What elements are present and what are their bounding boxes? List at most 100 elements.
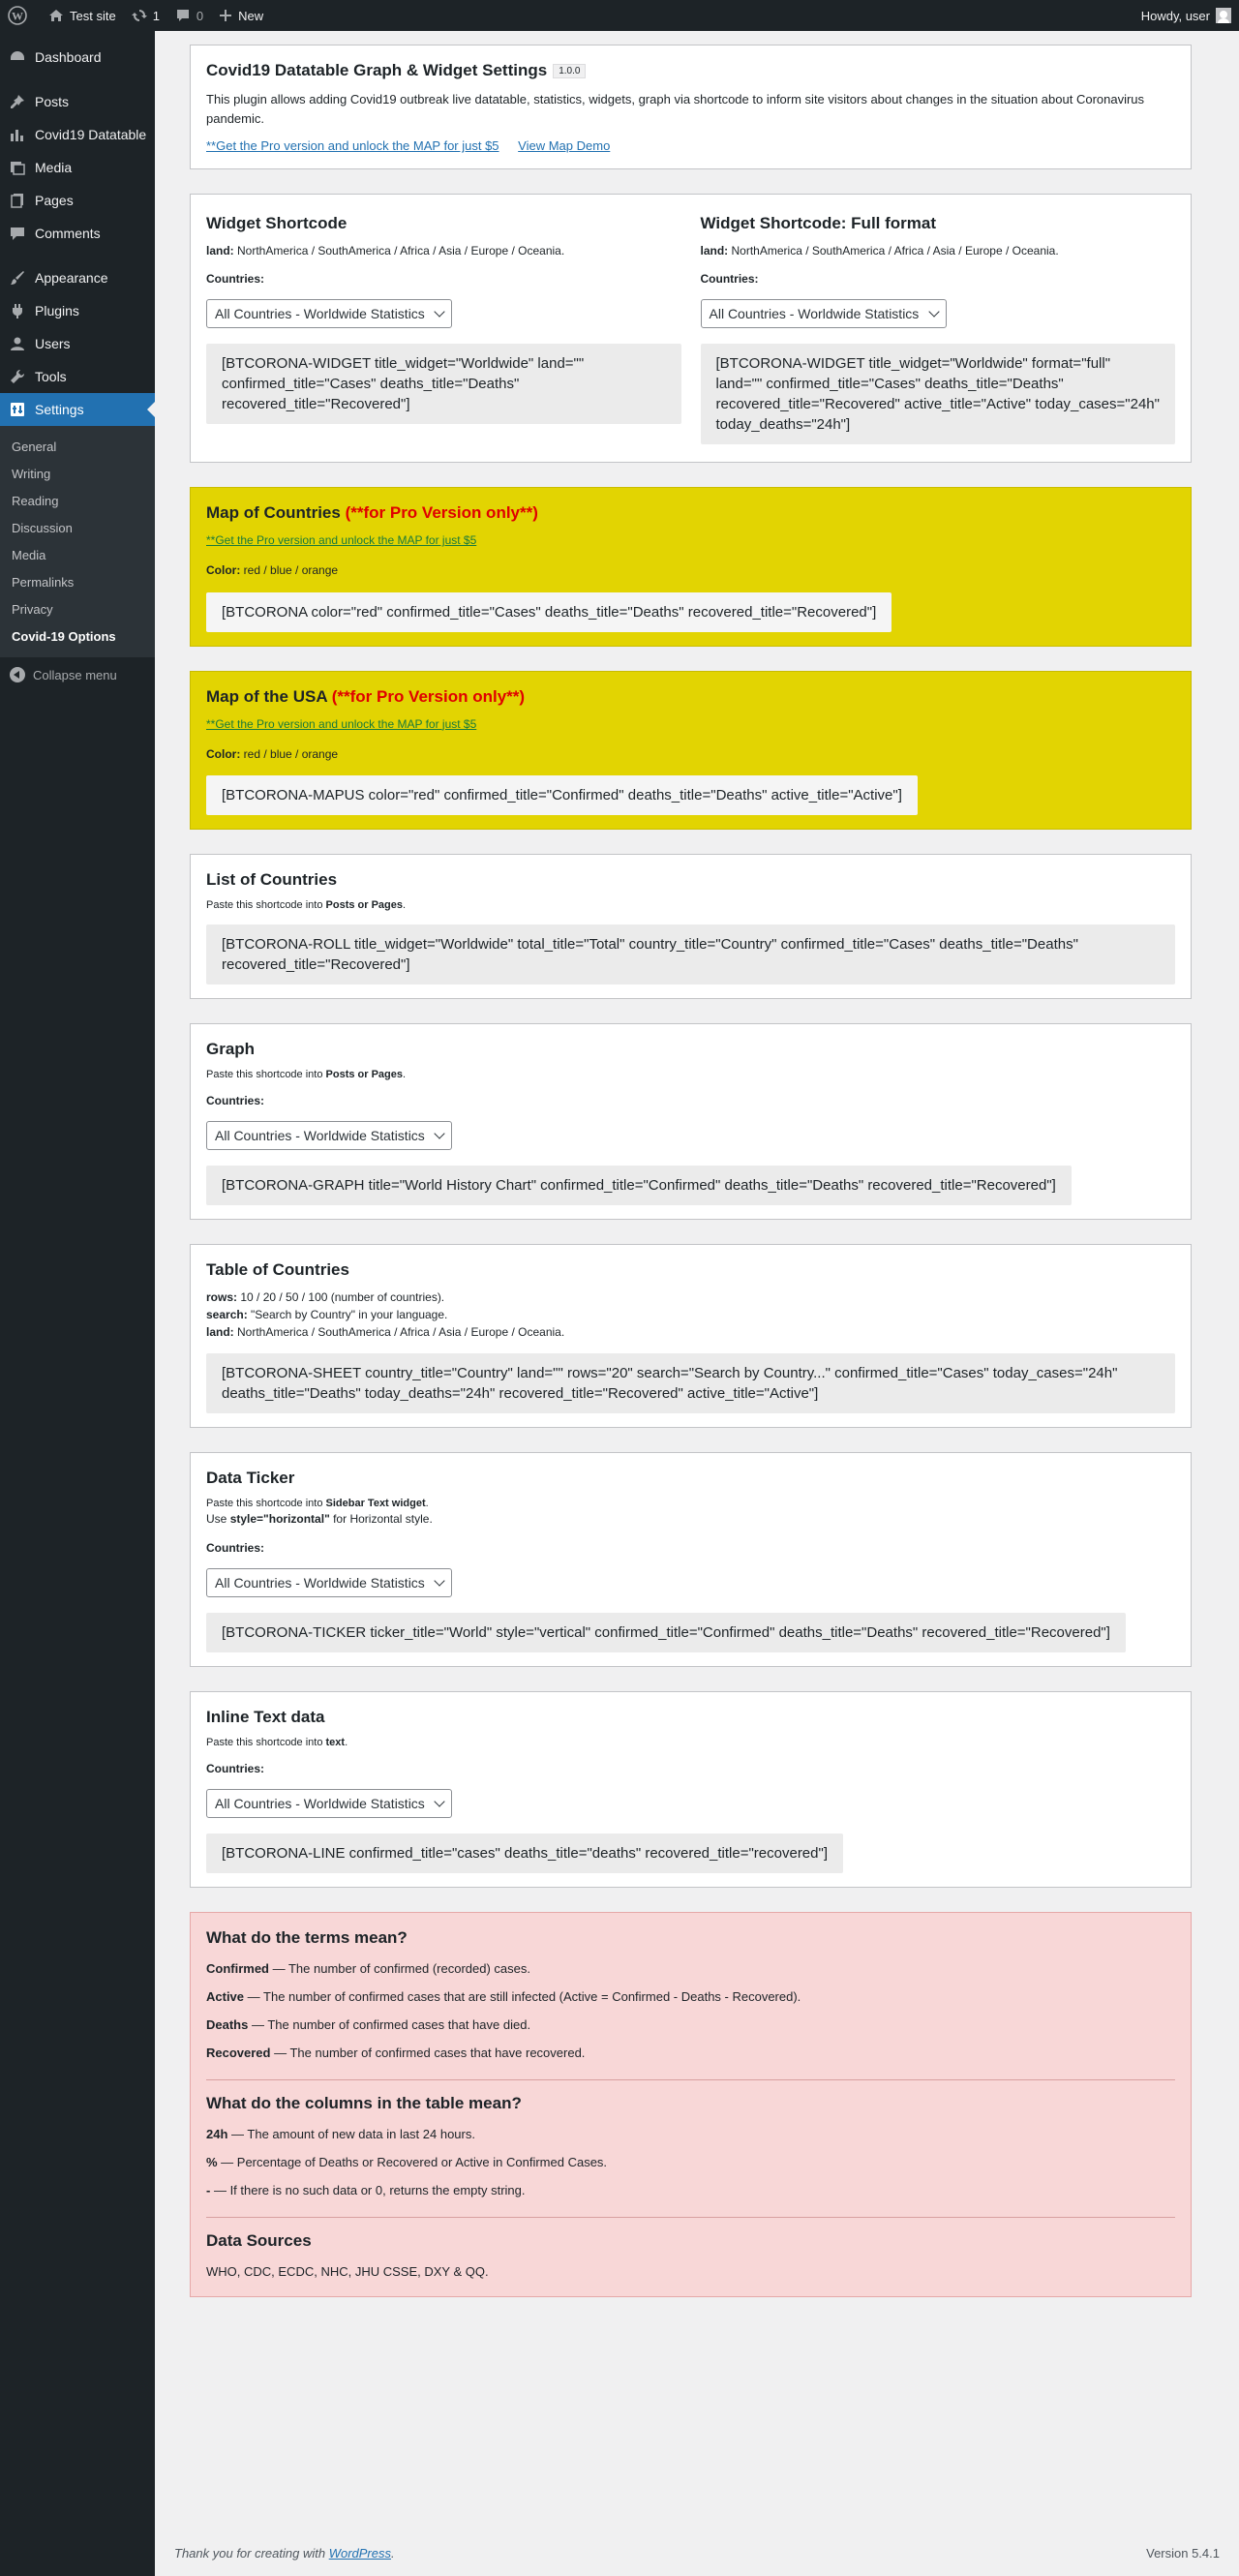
widget-country-select[interactable]: All Countries - Worldwide Statistics bbox=[206, 299, 452, 329]
version-badge: 1.0.0 bbox=[553, 64, 587, 79]
widget-full-country-select[interactable]: All Countries - Worldwide Statistics bbox=[700, 299, 947, 329]
sidebar-item-pages[interactable]: Pages bbox=[0, 184, 155, 217]
updates-icon bbox=[131, 10, 147, 21]
sidebar-item-tools[interactable]: Tools bbox=[0, 360, 155, 393]
wordpress-logo-icon[interactable]: W bbox=[0, 0, 41, 31]
table-countries-code[interactable]: [BTCORONA-SHEET country_title="Country" … bbox=[206, 1353, 1175, 1414]
search-info: search: "Search by Country" in your lang… bbox=[206, 1308, 448, 1322]
plugin-header-panel: Covid19 Datatable Graph & Widget Setting… bbox=[190, 45, 1192, 170]
sidebar-item-covid19-datatable[interactable]: Covid19 Datatable bbox=[0, 118, 155, 151]
new-content-link[interactable]: New bbox=[211, 0, 271, 31]
graph-title: Graph bbox=[206, 1039, 256, 1058]
data-sources-title: Data Sources bbox=[206, 2230, 312, 2250]
home-icon bbox=[49, 10, 63, 21]
sidebar-item-media[interactable]: Media bbox=[0, 151, 155, 184]
sidebar-item-comments[interactable]: Comments bbox=[0, 217, 155, 250]
list-paste-info: Paste this shortcode into Posts or Pages… bbox=[206, 898, 407, 911]
chevron-down-icon bbox=[434, 306, 445, 318]
submenu-item-media[interactable]: Media bbox=[0, 541, 155, 568]
wordpress-link[interactable]: WordPress bbox=[329, 2546, 391, 2561]
svg-text:W: W bbox=[12, 10, 23, 23]
graph-countries-label: Countries: bbox=[206, 1093, 264, 1107]
dashboard-icon bbox=[8, 47, 27, 67]
submenu-item-reading[interactable]: Reading bbox=[0, 487, 155, 514]
data-ticker-panel: Data Ticker Paste this shortcode into Si… bbox=[190, 1452, 1192, 1667]
data-ticker-title: Data Ticker bbox=[206, 1469, 295, 1488]
comments-icon bbox=[8, 224, 27, 243]
terms-title: What do the terms mean? bbox=[206, 1927, 408, 1947]
inline-text-title: Inline Text data bbox=[206, 1707, 325, 1726]
inline-code[interactable]: [BTCORONA-LINE confirmed_title="cases" d… bbox=[206, 1833, 843, 1873]
sidebar-item-posts[interactable]: Posts bbox=[0, 85, 155, 118]
ticker-country-select[interactable]: All Countries - Worldwide Statistics bbox=[206, 1567, 452, 1597]
widget-shortcode-code[interactable]: [BTCORONA-WIDGET title_widget="Worldwide… bbox=[206, 344, 681, 425]
account-menu[interactable]: Howdy, user bbox=[1141, 8, 1239, 23]
site-name-link[interactable]: Test site bbox=[41, 0, 124, 31]
countries-label-full: Countries: bbox=[700, 272, 759, 287]
ticker-code[interactable]: [BTCORONA-TICKER ticker_title="World" st… bbox=[206, 1612, 1126, 1652]
term-item: Recovered — The number of confirmed case… bbox=[206, 2045, 586, 2060]
term-item: Confirmed — The number of confirmed (rec… bbox=[206, 1960, 530, 1976]
users-icon bbox=[8, 334, 27, 353]
divider bbox=[206, 2216, 1175, 2218]
admin-sidebar: Dashboard Posts Covid19 Datatable Media … bbox=[0, 31, 155, 2576]
graph-code[interactable]: [BTCORONA-GRAPH title="World History Cha… bbox=[206, 1165, 1072, 1205]
plugin-description: This plugin allows adding Covid19 outbre… bbox=[206, 92, 1145, 127]
widget-full-shortcode-code[interactable]: [BTCORONA-WIDGET title_widget="Worldwide… bbox=[700, 344, 1175, 445]
avatar bbox=[1216, 8, 1231, 23]
table-countries-title: Table of Countries bbox=[206, 1259, 349, 1279]
submenu-item-discussion[interactable]: Discussion bbox=[0, 514, 155, 541]
widget-shortcode-panel: Widget Shortcode land: NorthAmerica / So… bbox=[190, 194, 1192, 464]
term-item: Deaths — The number of confirmed cases t… bbox=[206, 2016, 531, 2032]
comments-link[interactable]: 0 bbox=[167, 0, 211, 31]
submenu-item-permalinks[interactable]: Permalinks bbox=[0, 568, 155, 595]
map-usa-code[interactable]: [BTCORONA-MAPUS color="red" confirmed_ti… bbox=[206, 774, 918, 815]
submenu-item-general[interactable]: General bbox=[0, 433, 155, 460]
submenu-item-writing[interactable]: Writing bbox=[0, 460, 155, 487]
updates-count: 1 bbox=[152, 8, 160, 23]
settings-icon bbox=[8, 400, 27, 419]
widget-full-shortcode-title: Widget Shortcode: Full format bbox=[700, 214, 937, 233]
widget-shortcode-title: Widget Shortcode bbox=[206, 214, 348, 233]
sidebar-item-dashboard[interactable]: Dashboard bbox=[0, 41, 155, 74]
collapse-arrow-icon bbox=[10, 667, 25, 682]
updates-link[interactable]: 1 bbox=[124, 0, 167, 31]
data-sources-text: WHO, CDC, ECDC, NHC, JHU CSSE, DXY & QQ. bbox=[206, 2263, 489, 2279]
admin-bar: W Test site 1 0 New Howdy, user bbox=[0, 0, 1239, 31]
site-name: Test site bbox=[70, 8, 116, 23]
map-countries-pro-link[interactable]: **Get the Pro version and unlock the MAP… bbox=[206, 533, 476, 547]
graph-country-select[interactable]: All Countries - Worldwide Statistics bbox=[206, 1120, 452, 1150]
divider bbox=[206, 2078, 1175, 2080]
column-item: % — Percentage of Deaths or Recovered or… bbox=[206, 2154, 608, 2169]
map-countries-code[interactable]: [BTCORONA color="red" confirmed_title="C… bbox=[206, 591, 892, 632]
map-countries-title: Map of Countries (**for Pro Version only… bbox=[206, 503, 538, 523]
land-info: land: NorthAmerica / SouthAmerica / Afri… bbox=[206, 244, 565, 258]
inline-country-select[interactable]: All Countries - Worldwide Statistics bbox=[206, 1788, 452, 1818]
color-info-usa: Color: red / blue / orange bbox=[206, 746, 339, 761]
comment-icon bbox=[176, 10, 189, 21]
admin-footer: Thank you for creating with WordPress. V… bbox=[174, 2546, 1220, 2561]
sidebar-item-settings[interactable]: Settings bbox=[0, 393, 155, 426]
media-icon bbox=[8, 158, 27, 177]
sidebar-item-appearance[interactable]: Appearance bbox=[0, 261, 155, 294]
sidebar-item-users[interactable]: Users bbox=[0, 327, 155, 360]
map-usa-pro-link[interactable]: **Get the Pro version and unlock the MAP… bbox=[206, 717, 476, 731]
pro-version-link[interactable]: **Get the Pro version and unlock the MAP… bbox=[206, 138, 499, 153]
chevron-down-icon bbox=[927, 306, 940, 318]
map-usa-panel: Map of the USA (**for Pro Version only**… bbox=[190, 670, 1192, 830]
collapse-menu-button[interactable]: Collapse menu bbox=[0, 657, 155, 692]
sidebar-item-plugins[interactable]: Plugins bbox=[0, 294, 155, 327]
columns-title: What do the columns in the table mean? bbox=[206, 2093, 522, 2112]
submenu-item-covid19-options[interactable]: Covid-19 Options bbox=[0, 622, 155, 650]
inline-countries-label: Countries: bbox=[206, 1761, 264, 1775]
map-demo-link[interactable]: View Map Demo bbox=[518, 138, 610, 153]
footer-version: Version 5.4.1 bbox=[1146, 2546, 1220, 2561]
chevron-down-icon bbox=[434, 1574, 445, 1587]
land-info-full: land: NorthAmerica / SouthAmerica / Afri… bbox=[700, 244, 1059, 258]
footer-thanks: Thank you for creating with WordPress. bbox=[174, 2546, 395, 2561]
column-item: 24h — The amount of new data in last 24 … bbox=[206, 2126, 475, 2141]
submenu-item-privacy[interactable]: Privacy bbox=[0, 595, 155, 622]
ticker-paste-info: Paste this shortcode into Sidebar Text w… bbox=[206, 1498, 429, 1510]
list-countries-panel: List of Countries Paste this shortcode i… bbox=[190, 853, 1192, 999]
list-countries-code[interactable]: [BTCORONA-ROLL title_widget="Worldwide" … bbox=[206, 924, 1175, 985]
